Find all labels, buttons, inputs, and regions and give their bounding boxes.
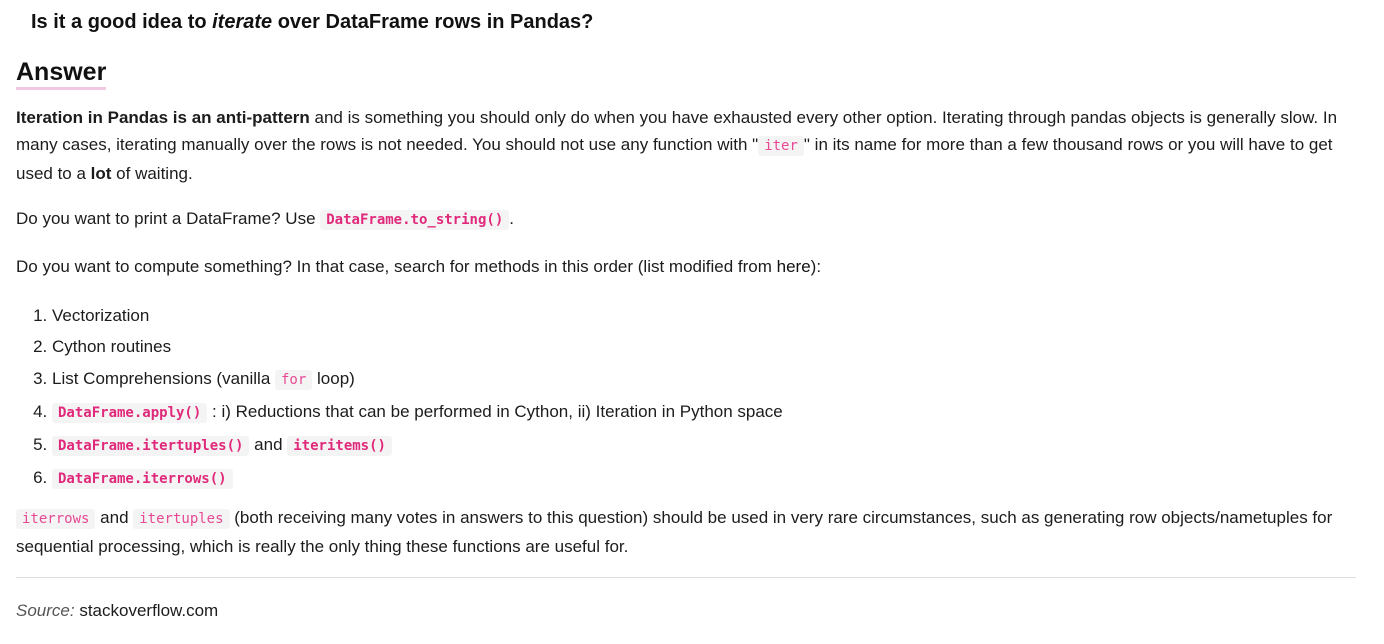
conclusion-and: and	[95, 508, 134, 527]
list-item: DataFrame.apply() : i) Reductions that c…	[52, 396, 783, 429]
list-item: DataFrame.iterrows()	[52, 462, 783, 495]
code-itertuples-inline: itertuples	[133, 509, 230, 529]
code-iteritems: iteritems()	[287, 436, 392, 457]
print-end: .	[509, 209, 514, 228]
question-after: over DataFrame rows in Pandas?	[272, 11, 594, 33]
code-iter: iter	[758, 136, 804, 156]
source-value: stackoverflow.com	[74, 601, 219, 620]
print-text: Do you want to print a DataFrame? Use	[16, 209, 321, 228]
conclusion-paragraph: iterrows and itertuples (both receiving …	[16, 504, 1354, 560]
intro-paragraph: Iteration in Pandas is an anti-pattern a…	[16, 104, 1354, 187]
list-item: List Comprehensions (vanilla for loop)	[52, 363, 783, 396]
list-item: DataFrame.itertuples() and iteritems()	[52, 429, 783, 462]
code-apply: DataFrame.apply()	[52, 402, 208, 423]
method-text: loop)	[312, 368, 355, 388]
intro-bold-lead: Iteration in Pandas is an anti-pattern	[16, 108, 310, 127]
method-text: Vectorization	[52, 306, 150, 325]
list-item: Cython routines	[52, 331, 783, 362]
code-to-string: DataFrame.to_string()	[320, 210, 510, 230]
methods-list: Vectorization Cython routines List Compr…	[16, 300, 783, 496]
question-emphasis: iterate	[212, 11, 273, 33]
code-for: for	[275, 369, 313, 390]
method-text: : i) Reductions that can be performed in…	[207, 401, 783, 421]
intro-bold-lot: lot	[90, 164, 112, 183]
source-line: Source: stackoverflow.com	[16, 601, 218, 621]
method-text: Cython routines	[52, 337, 172, 357]
method-text: List Comprehensions (vanilla	[52, 368, 275, 388]
question-before: Is it a good idea to	[31, 11, 213, 33]
source-label: Source:	[16, 601, 75, 620]
compute-end: ):	[810, 257, 822, 276]
code-itertuples: DataFrame.itertuples()	[52, 436, 250, 457]
print-paragraph: Do you want to print a DataFrame? Use Da…	[16, 205, 1354, 234]
intro-text-c: of waiting.	[111, 164, 193, 183]
list-item: Vectorization	[52, 300, 783, 331]
compute-text: Do you want to compute something? In tha…	[16, 257, 777, 276]
answer-page: Is it a good idea to iterate over DataFr…	[0, 0, 1384, 644]
method-text: and	[249, 435, 288, 455]
code-iterrows-inline: iterrows	[16, 509, 96, 529]
question-title: Is it a good idea to iterate over DataFr…	[31, 11, 593, 34]
code-iterrows: DataFrame.iterrows()	[52, 469, 233, 490]
here-link[interactable]: here	[777, 257, 811, 276]
answer-heading: Answer	[16, 58, 107, 90]
compute-paragraph: Do you want to compute something? In tha…	[16, 253, 1354, 280]
divider	[16, 577, 1356, 578]
